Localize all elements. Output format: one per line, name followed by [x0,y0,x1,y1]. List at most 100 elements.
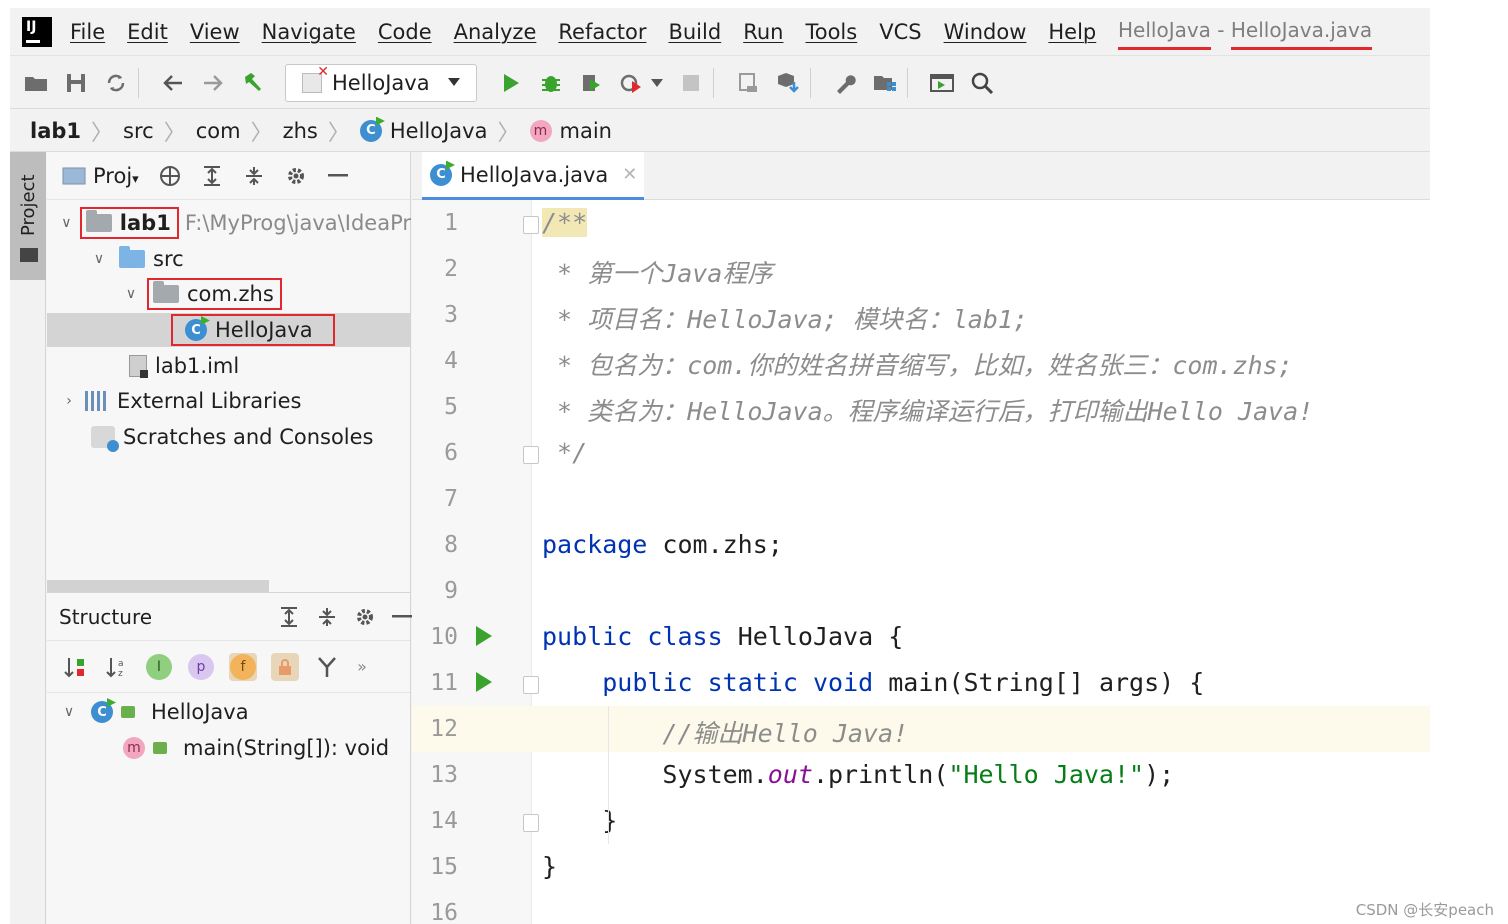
code-line-7[interactable]: 7 [412,476,1430,522]
structure-item-class[interactable]: ∨ C HelloJava [61,695,249,729]
sort-alphabetically-icon[interactable]: az [103,653,131,681]
fold-marker-icon[interactable] [523,216,539,234]
fold-marker-icon[interactable] [523,676,539,694]
code-line-13[interactable]: 13 System.out.println("Hello Java!"); [412,752,1430,798]
menu-analyze[interactable]: Analyze [454,20,537,44]
breadcrumb-lab1[interactable]: lab1 [30,119,81,143]
gear-icon[interactable] [354,604,376,630]
menu-code[interactable]: Code [378,20,432,44]
tree-item-package[interactable]: ∨ com.zhs [47,277,411,311]
project-tool-tab[interactable]: Project [10,152,46,280]
code-line-16[interactable]: 16 [412,890,1430,924]
hide-panel-icon[interactable] [325,163,351,189]
collapse-all-icon[interactable] [241,163,267,189]
search-icon[interactable] [968,69,996,97]
show-non-public-lock-icon[interactable] [271,652,299,681]
menu-help[interactable]: Help [1048,20,1096,44]
menu-build[interactable]: Build [668,20,721,44]
menu-run[interactable]: Run [743,20,783,44]
hide-panel-icon[interactable] [392,604,413,630]
fold-marker-icon[interactable] [523,814,539,832]
breadcrumb-zhs[interactable]: zhs [283,119,318,143]
collapse-all-icon[interactable] [316,604,338,630]
code-line-14[interactable]: 14 } [412,798,1430,844]
code-line-5[interactable]: 5 * 类名为：HelloJava。程序编译运行后，打印输出Hello Java… [412,384,1430,430]
close-icon[interactable]: ✕ [622,164,637,185]
select-opened-file-icon[interactable] [157,163,183,189]
menu-navigate[interactable]: Navigate [262,20,356,44]
back-arrow-icon[interactable] [159,69,187,97]
tree-item-hellojava[interactable]: C HelloJava [47,313,411,347]
chevron-down-icon[interactable]: ∨ [123,286,139,302]
field-token: out [767,760,813,789]
code-line-2[interactable]: 2 * 第一个Java程序 [412,246,1430,292]
code-line-6[interactable]: 6 */ [412,430,1430,476]
code-line-9[interactable]: 9 [412,568,1430,614]
more-run-chevron-icon[interactable] [649,69,665,97]
update-project-icon[interactable] [774,69,802,97]
filter-icon[interactable] [313,653,341,681]
settings-wrench-icon[interactable] [831,69,859,97]
debug-bug-icon[interactable] [537,69,565,97]
run-configuration-select[interactable]: HelloJava [285,63,477,102]
code-line-10[interactable]: 10 public class HelloJava { [412,614,1430,660]
gear-icon[interactable] [283,163,309,189]
tree-item-lab1[interactable]: ∨ lab1 F:\MyProg\java\IdeaPr [47,206,411,240]
save-icon[interactable] [62,69,90,97]
menu-vcs[interactable]: VCS [879,20,921,44]
expand-all-icon[interactable] [199,163,225,189]
code-line-1[interactable]: 1 /** [412,200,1430,246]
attach-debugger-icon[interactable] [734,69,762,97]
chevron-down-icon[interactable]: ∨ [91,251,107,267]
tree-item-src[interactable]: ∨ src [47,242,411,276]
tree-item-external-libraries[interactable]: › External Libraries [47,384,411,418]
project-panel-title[interactable]: Proj▾ [93,164,139,188]
code-line-4[interactable]: 4 * 包名为：com.你的姓名拼音缩写，比如，姓名张三：com.zhs; [412,338,1430,384]
coverage-icon[interactable] [577,69,605,97]
show-properties-icon[interactable]: p [187,653,215,681]
menu-file[interactable]: File [70,20,105,44]
menu-tools[interactable]: Tools [805,20,857,44]
show-fields-icon[interactable]: f [229,652,257,681]
editor-tab-hellojava[interactable]: C HelloJava.java ✕ [422,152,644,200]
run-icon[interactable] [497,69,525,97]
project-panel: Proj▾ ∨ lab1 F:\MyProg\java\IdeaPr ∨ src… [47,152,411,592]
open-folder-icon[interactable] [22,69,50,97]
chevron-right-icon[interactable]: › [61,393,77,409]
tree-item-iml[interactable]: lab1.iml [47,349,411,383]
menu-window[interactable]: Window [944,20,1027,44]
sync-icon[interactable] [102,69,130,97]
build-hammer-icon[interactable] [239,69,267,97]
fold-marker-icon[interactable] [523,446,539,464]
menu-edit[interactable]: Edit [127,20,168,44]
tree-item-lab1-path: F:\MyProg\java\IdeaPr [184,211,411,235]
breadcrumb-main[interactable]: m main [529,119,612,143]
sort-by-visibility-icon[interactable] [61,653,89,681]
structure-item-method[interactable]: m main(String[]): void [123,731,389,765]
code-line-11[interactable]: 11 public static void main(String[] args… [412,660,1430,706]
breadcrumb-com[interactable]: com [196,119,241,143]
tree-item-scratches[interactable]: Scratches and Consoles [47,420,411,454]
breadcrumb-src[interactable]: src [123,119,154,143]
profile-icon[interactable] [617,69,645,97]
project-structure-icon[interactable] [871,69,899,97]
forward-arrow-icon[interactable] [199,69,227,97]
run-gutter-icon[interactable] [476,672,492,692]
run-gutter-icon[interactable] [476,626,492,646]
horizontal-scrollbar[interactable] [47,580,269,592]
expand-all-icon[interactable] [278,604,300,630]
breadcrumb-hellojava[interactable]: C HelloJava [359,119,487,143]
code-line-15[interactable]: 15 } [412,844,1430,890]
code-line-12[interactable]: 12 //输出Hello Java! [412,706,1430,752]
chevron-down-icon[interactable]: ∨ [61,215,72,231]
menu-view[interactable]: View [190,20,240,44]
stop-icon[interactable] [677,69,705,97]
window-title: HelloJava - HelloJava.java [1118,18,1373,50]
presentation-mode-icon[interactable] [928,69,956,97]
menu-refactor[interactable]: Refactor [558,20,646,44]
show-inherited-icon[interactable]: I [145,653,173,681]
code-line-8[interactable]: 8 package com.zhs; [412,522,1430,568]
code-line-3[interactable]: 3 * 项目名：HelloJava; 模块名：lab1; [412,292,1430,338]
chevron-down-icon[interactable]: ∨ [61,704,77,720]
more-options-chevron-icon[interactable]: » [355,653,369,681]
